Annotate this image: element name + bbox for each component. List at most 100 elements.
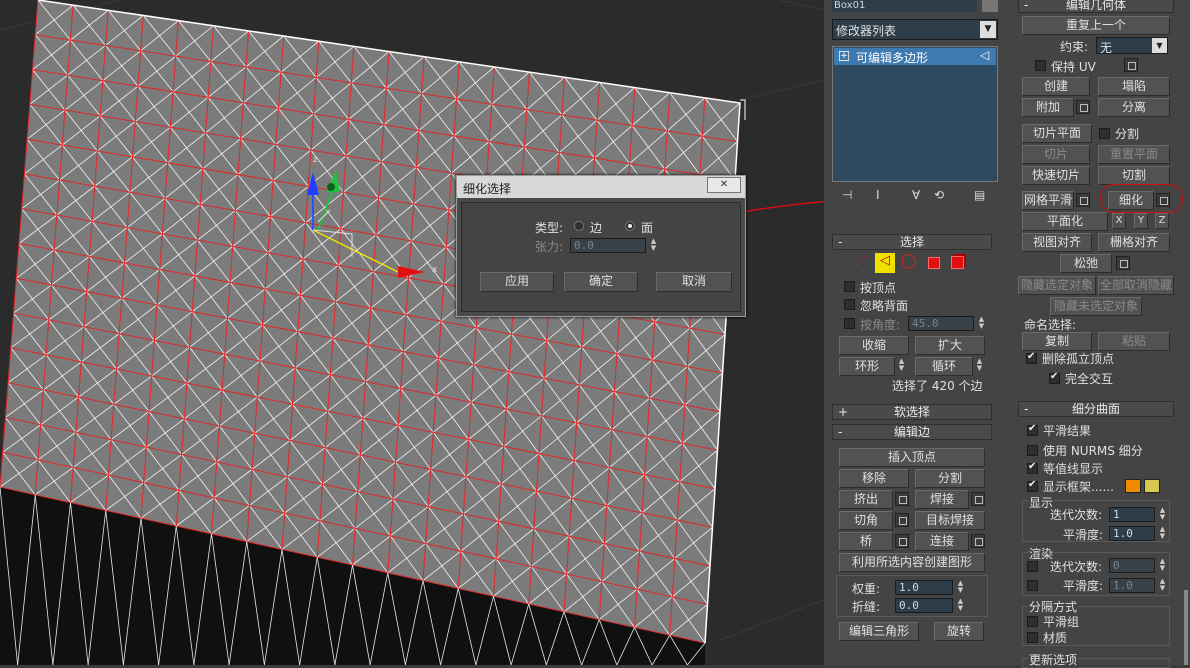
insert-vertex-button[interactable]: 插入顶点: [839, 448, 985, 467]
cage-color-swatch-1[interactable]: [1125, 479, 1141, 493]
meshsmooth-settings-button[interactable]: [1076, 193, 1090, 207]
render-smoothness-spinner-arrows[interactable]: ▲ ▼: [1158, 578, 1167, 593]
render-smoothness-checkbox[interactable]: [1027, 580, 1038, 591]
preserve-uv-settings-button[interactable]: [1124, 58, 1138, 72]
render-smoothness-field[interactable]: 1.0: [1109, 578, 1155, 593]
bridge-button[interactable]: 桥: [839, 532, 893, 551]
planar-z-button[interactable]: Z: [1155, 213, 1169, 229]
edge-subobject-icon[interactable]: ◁: [875, 253, 895, 273]
collapse-button[interactable]: 塌陷: [1098, 77, 1170, 96]
view-align-button[interactable]: 视图对齐: [1022, 233, 1092, 252]
turn-button[interactable]: 旋转: [934, 622, 984, 641]
edit-geometry-rollout-header[interactable]: - 编辑几何体: [1018, 0, 1174, 13]
create-shape-button[interactable]: 利用所选内容创建图形: [839, 553, 985, 572]
edit-triangulation-button[interactable]: 编辑三角形: [839, 622, 919, 641]
pin-stack-icon[interactable]: ⊣: [842, 188, 852, 202]
object-color-swatch[interactable]: [982, 0, 998, 12]
modifier-list-dropdown[interactable]: 修改器列表 ▼: [832, 19, 998, 40]
use-nurms-checkbox[interactable]: [1027, 445, 1038, 456]
angle-spinner-arrows[interactable]: ▲ ▼: [977, 316, 986, 331]
bridge-settings-button[interactable]: [895, 534, 909, 548]
unhide-all-button[interactable]: 全部取消隐藏: [1098, 276, 1174, 295]
show-cage-checkbox[interactable]: [1027, 479, 1038, 492]
extrude-button[interactable]: 挤出: [839, 490, 893, 509]
soft-selection-rollout-header[interactable]: + 软选择: [832, 404, 992, 420]
detach-button[interactable]: 分离: [1098, 98, 1170, 117]
perspective-viewport[interactable]: z x 细化选择 ✕ 类型: 边 面 张力: 0.0 ▲ ▼ 应用 确定 取消: [0, 0, 824, 665]
remove-modifier-icon[interactable]: ⟲: [934, 188, 944, 202]
weld-button[interactable]: 焊接: [915, 490, 969, 509]
shrink-button[interactable]: 收缩: [839, 336, 909, 355]
by-vertex-checkbox[interactable]: [844, 281, 855, 292]
element-subobject-icon[interactable]: [951, 256, 964, 269]
vertex-subobject-icon[interactable]: ⋰: [852, 254, 872, 274]
split-edge-button[interactable]: 分割: [915, 469, 985, 488]
cut-button[interactable]: 切割: [1098, 166, 1170, 185]
smoothness-spinner-arrows[interactable]: ▲ ▼: [1158, 526, 1167, 541]
grow-button[interactable]: 扩大: [915, 336, 985, 355]
apply-button[interactable]: 应用: [480, 272, 554, 292]
create-button[interactable]: 创建: [1022, 77, 1090, 96]
ignore-backfacing-checkbox[interactable]: [844, 299, 855, 310]
chamfer-button[interactable]: 切角: [839, 511, 893, 530]
polygon-subobject-icon[interactable]: [928, 257, 940, 269]
split-checkbox[interactable]: [1099, 128, 1110, 139]
smooth-result-checkbox[interactable]: [1027, 423, 1038, 436]
hide-selected-button[interactable]: 隐藏选定对象: [1018, 276, 1096, 295]
render-iterations-field[interactable]: 0: [1109, 558, 1155, 573]
quick-slice-button[interactable]: 快速切片: [1022, 166, 1090, 185]
hide-unselected-button[interactable]: 隐藏未选定对象: [1050, 297, 1142, 316]
weld-settings-button[interactable]: [971, 492, 985, 506]
planar-y-button[interactable]: Y: [1134, 213, 1148, 229]
remove-button[interactable]: 移除: [839, 469, 909, 488]
stack-item-editable-poly[interactable]: + 可编辑多边形 ◁: [834, 48, 996, 65]
relax-settings-button[interactable]: [1116, 256, 1130, 270]
connect-button[interactable]: 连接: [915, 532, 969, 551]
configure-sets-icon[interactable]: ▤: [974, 188, 985, 202]
chevron-down-icon[interactable]: ▼: [980, 21, 996, 38]
object-name-field[interactable]: Box01: [832, 0, 977, 12]
attach-button[interactable]: 附加: [1022, 98, 1074, 117]
extrude-settings-button[interactable]: [895, 492, 909, 506]
planar-x-button[interactable]: X: [1112, 213, 1126, 229]
materials-checkbox[interactable]: [1027, 632, 1038, 643]
border-subobject-icon[interactable]: ◯: [901, 253, 917, 273]
ok-button[interactable]: 确定: [564, 272, 638, 292]
crease-field[interactable]: 0.0: [895, 598, 953, 613]
show-end-result-icon[interactable]: I: [876, 188, 880, 202]
copy-button[interactable]: 复制: [1022, 332, 1092, 351]
cancel-button[interactable]: 取消: [656, 272, 732, 292]
weight-spinner-arrows[interactable]: ▲ ▼: [956, 580, 965, 595]
constraint-dropdown[interactable]: 无 ▼: [1096, 37, 1168, 55]
make-planar-button[interactable]: 平面化: [1022, 212, 1108, 231]
render-iterations-checkbox[interactable]: [1027, 561, 1038, 572]
render-iterations-spinner-arrows[interactable]: ▲ ▼: [1158, 558, 1167, 573]
smoothness-field[interactable]: 1.0: [1109, 526, 1155, 541]
by-angle-checkbox[interactable]: [844, 318, 855, 329]
full-interactivity-checkbox[interactable]: [1049, 371, 1060, 384]
slice-plane-button[interactable]: 切片平面: [1022, 124, 1092, 143]
relax-button[interactable]: 松弛: [1060, 254, 1112, 273]
smoothing-groups-checkbox[interactable]: [1027, 616, 1038, 627]
modifier-stack[interactable]: + 可编辑多边形 ◁: [832, 46, 998, 182]
repeat-last-button[interactable]: 重复上一个: [1022, 16, 1170, 35]
slice-button[interactable]: 切片: [1022, 145, 1090, 164]
tension-field[interactable]: 0.0: [570, 238, 646, 253]
target-weld-button[interactable]: 目标焊接: [915, 511, 985, 530]
crease-spinner-arrows[interactable]: ▲ ▼: [956, 598, 965, 613]
iterations-spinner-arrows[interactable]: ▲ ▼: [1158, 507, 1167, 522]
expand-icon[interactable]: +: [839, 51, 849, 61]
iterations-field[interactable]: 1: [1109, 507, 1155, 522]
meshsmooth-button[interactable]: 网格平滑: [1022, 191, 1074, 210]
grid-align-button[interactable]: 栅格对齐: [1098, 233, 1170, 252]
preserve-uv-checkbox[interactable]: [1035, 60, 1046, 71]
edge-radio[interactable]: [574, 221, 584, 231]
ring-spinner-arrows[interactable]: ▲ ▼: [897, 358, 906, 373]
attach-settings-button[interactable]: [1076, 100, 1090, 114]
panel-scrollbar[interactable]: [1184, 590, 1188, 665]
delete-isolated-checkbox[interactable]: [1026, 351, 1037, 364]
dialog-close-button[interactable]: ✕: [707, 177, 741, 193]
subdivision-rollout-header[interactable]: - 细分曲面: [1018, 401, 1174, 417]
make-unique-icon[interactable]: ∀: [912, 188, 920, 202]
loop-button[interactable]: 循环: [915, 357, 973, 376]
